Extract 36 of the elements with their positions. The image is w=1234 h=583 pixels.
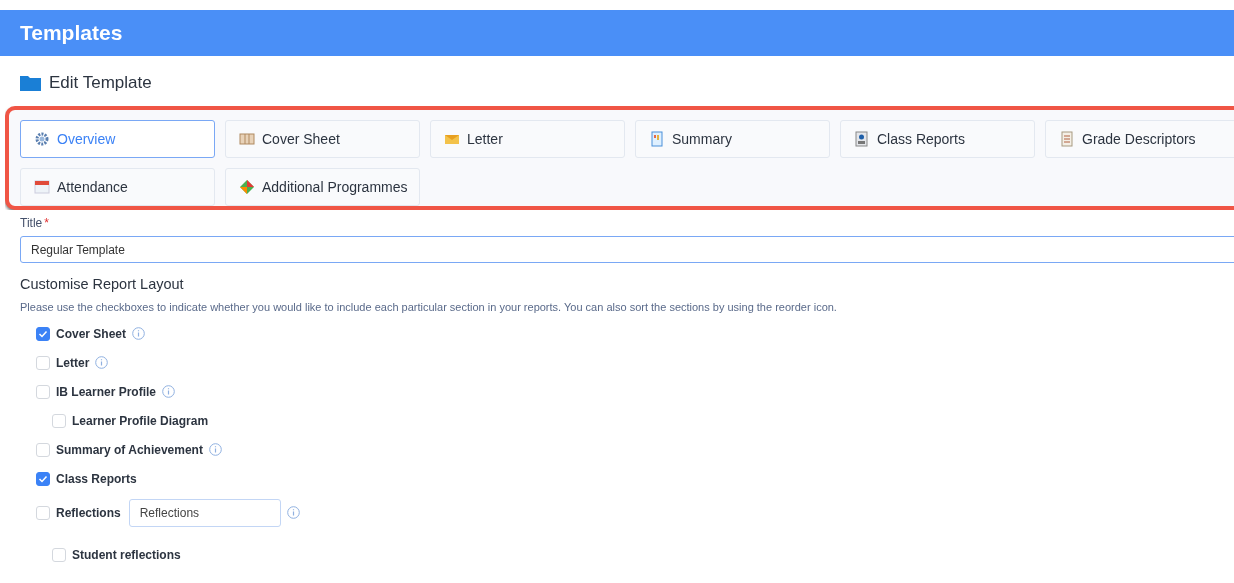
tab[interactable]: Summary [635, 120, 830, 158]
checkbox[interactable] [36, 471, 50, 486]
checkbox-label: Letter [56, 355, 90, 370]
title-input[interactable]: Regular Template [20, 236, 1234, 263]
gear-icon [34, 131, 50, 147]
checkbox[interactable] [36, 326, 50, 341]
section-heading: Customise Report Layout [20, 276, 185, 292]
page-title: Edit Template [49, 73, 152, 93]
tab[interactable]: Letter [430, 120, 625, 158]
checkbox-label: Student reflections [72, 547, 181, 562]
checkbox-label: IB Learner Profile [56, 384, 157, 399]
checkbox-label: Cover Sheet [56, 326, 127, 341]
help-text: Please use the checkboxes to indicate whether you would like to include each particular section in your reports. You can also sort the sections by using the reorder icon. [20, 301, 838, 313]
folder-icon [20, 75, 41, 91]
document-icon [1059, 131, 1075, 147]
required-mark: * [44, 216, 49, 230]
tab[interactable]: Grade Descriptors [1045, 120, 1234, 158]
checkbox-label: Learner Profile Diagram [72, 413, 209, 428]
field-label: Title [20, 216, 43, 230]
header-title: Templates [20, 21, 123, 45]
name-input[interactable]: Reflections [128, 498, 281, 527]
checkbox-label: Summary of Achievement [56, 442, 203, 457]
tab[interactable]: Attendance [20, 168, 215, 206]
document-icon [649, 131, 665, 147]
person-card-icon [854, 131, 870, 147]
calendar-icon [34, 179, 50, 195]
map-icon [239, 131, 255, 147]
checkbox-label: Reflections [56, 505, 121, 520]
tab[interactable]: Overview [20, 120, 215, 158]
tab[interactable]: Cover Sheet [225, 120, 420, 158]
check-icon [38, 328, 48, 339]
check-icon [38, 473, 48, 484]
checkbox-label: Class Reports [56, 471, 137, 486]
diamond-icon [239, 179, 255, 195]
tab[interactable]: Additional Programmes [225, 168, 420, 206]
tab[interactable]: Class Reports [840, 120, 1035, 158]
